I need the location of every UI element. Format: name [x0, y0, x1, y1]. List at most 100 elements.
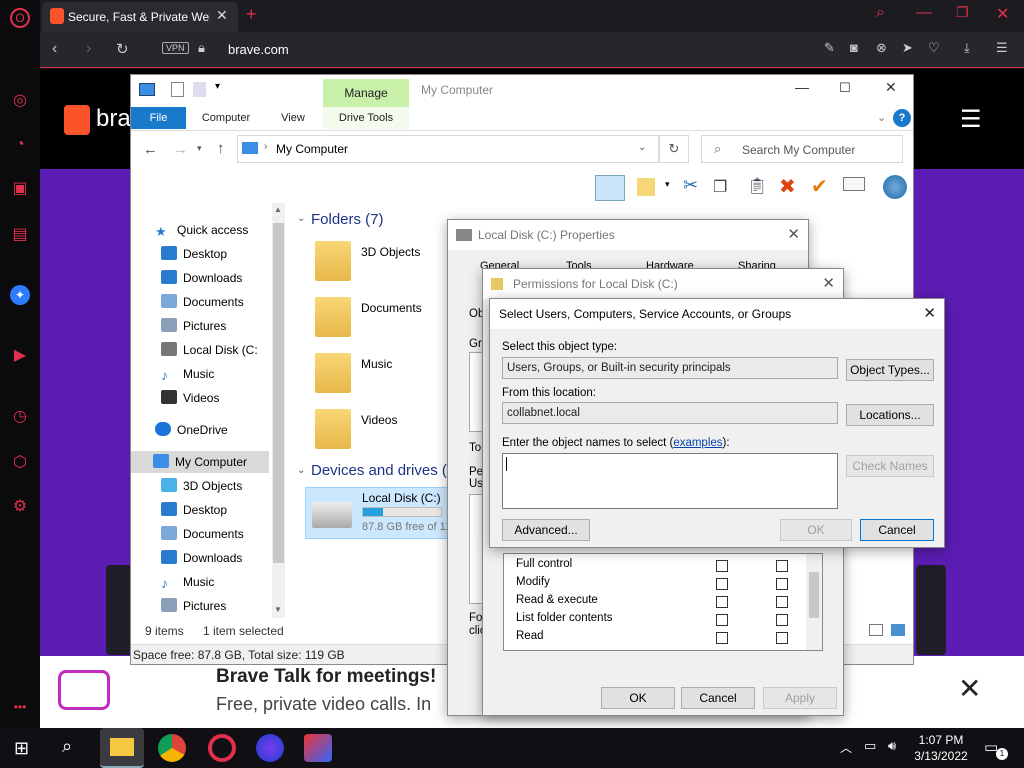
- deny-read-checkbox[interactable]: [776, 632, 788, 644]
- close-properties-icon[interactable]: ✕: [787, 220, 800, 250]
- folder-label[interactable]: Music: [361, 357, 392, 371]
- close-permissions-icon[interactable]: ✕: [822, 269, 835, 299]
- twitch-icon[interactable]: ▤: [9, 224, 31, 246]
- devices-header[interactable]: Devices and drives (2: [311, 462, 455, 479]
- gamepad-icon[interactable]: ◎: [9, 90, 31, 112]
- qat-dropdown-icon[interactable]: ▾: [215, 81, 220, 92]
- vpn-badge[interactable]: VPN: [162, 42, 189, 54]
- reload-icon[interactable]: ↻: [116, 40, 129, 58]
- new-tab-icon[interactable]: +: [246, 4, 257, 25]
- address-box[interactable]: › My Computer ⌄: [237, 135, 659, 163]
- deny-read-execute-checkbox[interactable]: [776, 596, 788, 608]
- back-arrow-icon[interactable]: ←: [143, 141, 158, 158]
- tab-file[interactable]: File: [131, 107, 186, 129]
- locations-button[interactable]: Locations...: [846, 404, 934, 426]
- breadcrumb-chevron-icon[interactable]: ›: [264, 141, 267, 152]
- tiles-view-icon[interactable]: [891, 624, 905, 636]
- folder-label[interactable]: Videos: [361, 413, 397, 427]
- folder-options-icon[interactable]: [637, 178, 655, 196]
- taskbar-explorer-button[interactable]: [100, 728, 144, 768]
- collapse-icon[interactable]: ⌄: [297, 465, 305, 476]
- download-icon[interactable]: ⤓: [964, 40, 970, 56]
- search-box[interactable]: ⌕ Search My Computer: [701, 135, 903, 163]
- properties-qat-icon[interactable]: [171, 82, 184, 97]
- url-field[interactable]: brave.com: [228, 42, 289, 57]
- manage-context-tab[interactable]: Manage: [323, 79, 409, 107]
- up-arrow-icon[interactable]: ↑: [217, 140, 225, 157]
- new-folder-qat-icon[interactable]: [193, 82, 206, 97]
- adblock-icon[interactable]: ⊗: [876, 40, 887, 56]
- tab-view[interactable]: View: [271, 107, 315, 129]
- search-icon[interactable]: ⌕: [62, 736, 72, 757]
- restore-icon[interactable]: ❐: [956, 4, 969, 21]
- folder-label[interactable]: Documents: [361, 301, 422, 315]
- scroll-up-icon[interactable]: ▲: [274, 205, 282, 214]
- perm-scrollbar[interactable]: [806, 554, 822, 650]
- permissions-ok-button[interactable]: OK: [601, 687, 675, 709]
- paste-icon[interactable]: 📋︎: [747, 176, 767, 196]
- nav-my-computer[interactable]: My Computer: [131, 451, 269, 473]
- select-cancel-button[interactable]: Cancel: [860, 519, 934, 541]
- close-banner-icon[interactable]: ✕: [958, 672, 981, 705]
- clock-time[interactable]: 1:07 PM: [916, 733, 966, 747]
- close-window-icon[interactable]: ✕: [996, 4, 1009, 24]
- allow-modify-checkbox[interactable]: [716, 578, 728, 590]
- close-tab-icon[interactable]: ✕: [216, 7, 228, 24]
- app-icon[interactable]: [304, 734, 332, 762]
- brave-lion-icon[interactable]: [64, 105, 90, 135]
- close-explorer-icon[interactable]: ✕: [885, 79, 897, 96]
- camera-icon[interactable]: ◙: [850, 40, 858, 55]
- recent-dropdown-icon[interactable]: ▾: [197, 143, 202, 154]
- help-icon[interactable]: ?: [893, 109, 911, 127]
- volume-icon[interactable]: 🔊︎: [888, 738, 896, 754]
- folders-header[interactable]: Folders (7): [311, 211, 384, 228]
- select-ok-button[interactable]: OK: [780, 519, 852, 541]
- opera-icon[interactable]: [208, 734, 236, 762]
- minimize-explorer-icon[interactable]: —: [795, 79, 809, 95]
- scroll-thumb[interactable]: [273, 223, 284, 563]
- preview-pane-icon[interactable]: [595, 175, 625, 201]
- send-icon[interactable]: ➤: [902, 40, 913, 56]
- copy-icon[interactable]: ❐: [713, 177, 727, 197]
- forward-arrow-icon[interactable]: →: [173, 141, 188, 158]
- player-icon[interactable]: ▶: [9, 345, 31, 367]
- globe-icon[interactable]: [883, 175, 907, 199]
- ribbon-collapse-icon[interactable]: ⌄: [877, 111, 886, 124]
- refresh-button[interactable]: ↻: [659, 135, 689, 163]
- network-icon[interactable]: ▭: [864, 738, 876, 754]
- cut-icon[interactable]: ✂: [683, 175, 698, 196]
- easy-setup-icon[interactable]: ☰: [996, 40, 1008, 56]
- clock-date[interactable]: 3/13/2022: [912, 749, 970, 763]
- allow-read-checkbox[interactable]: [716, 632, 728, 644]
- address-dropdown-icon[interactable]: ⌄: [638, 142, 646, 153]
- object-types-button[interactable]: Object Types...: [846, 359, 934, 381]
- edit-icon[interactable]: ✎: [824, 40, 835, 56]
- delete-icon[interactable]: ✖: [779, 174, 796, 199]
- chrome-icon[interactable]: [158, 734, 186, 762]
- start-windows-icon[interactable]: ⊞: [14, 738, 29, 759]
- forward-icon[interactable]: ›: [86, 40, 91, 58]
- search-tabs-icon[interactable]: ⌕: [876, 4, 885, 22]
- cube-icon[interactable]: ⬡: [9, 452, 31, 474]
- collapse-icon[interactable]: ⌄: [297, 213, 305, 224]
- checkmark-icon[interactable]: ✔: [811, 174, 828, 199]
- hamburger-menu-icon[interactable]: ☰: [960, 105, 982, 134]
- folder-documents-icon[interactable]: [315, 297, 351, 337]
- firefox-icon[interactable]: [256, 734, 284, 762]
- rename-icon[interactable]: [843, 177, 865, 191]
- allow-list-folder-checkbox[interactable]: [716, 614, 728, 626]
- allow-full-control-checkbox[interactable]: [716, 560, 728, 572]
- deny-modify-checkbox[interactable]: [776, 578, 788, 590]
- heart-icon[interactable]: ♡: [928, 40, 940, 56]
- folder-videos-icon[interactable]: [315, 409, 351, 449]
- deny-list-folder-checkbox[interactable]: [776, 614, 788, 626]
- permissions-apply-button[interactable]: Apply: [763, 687, 837, 709]
- settings-icon[interactable]: ⚙: [9, 496, 31, 518]
- tray-chevron-icon[interactable]: ︿: [840, 739, 852, 756]
- options-dropdown-icon[interactable]: ▾: [665, 179, 670, 190]
- drive-c-tile[interactable]: Local Disk (C:) 87.8 GB free of 11: [305, 487, 455, 539]
- maximize-explorer-icon[interactable]: ☐: [839, 80, 851, 96]
- permissions-cancel-button[interactable]: Cancel: [681, 687, 755, 709]
- opera-logo-icon[interactable]: O: [10, 8, 30, 28]
- back-icon[interactable]: ‹: [52, 40, 57, 58]
